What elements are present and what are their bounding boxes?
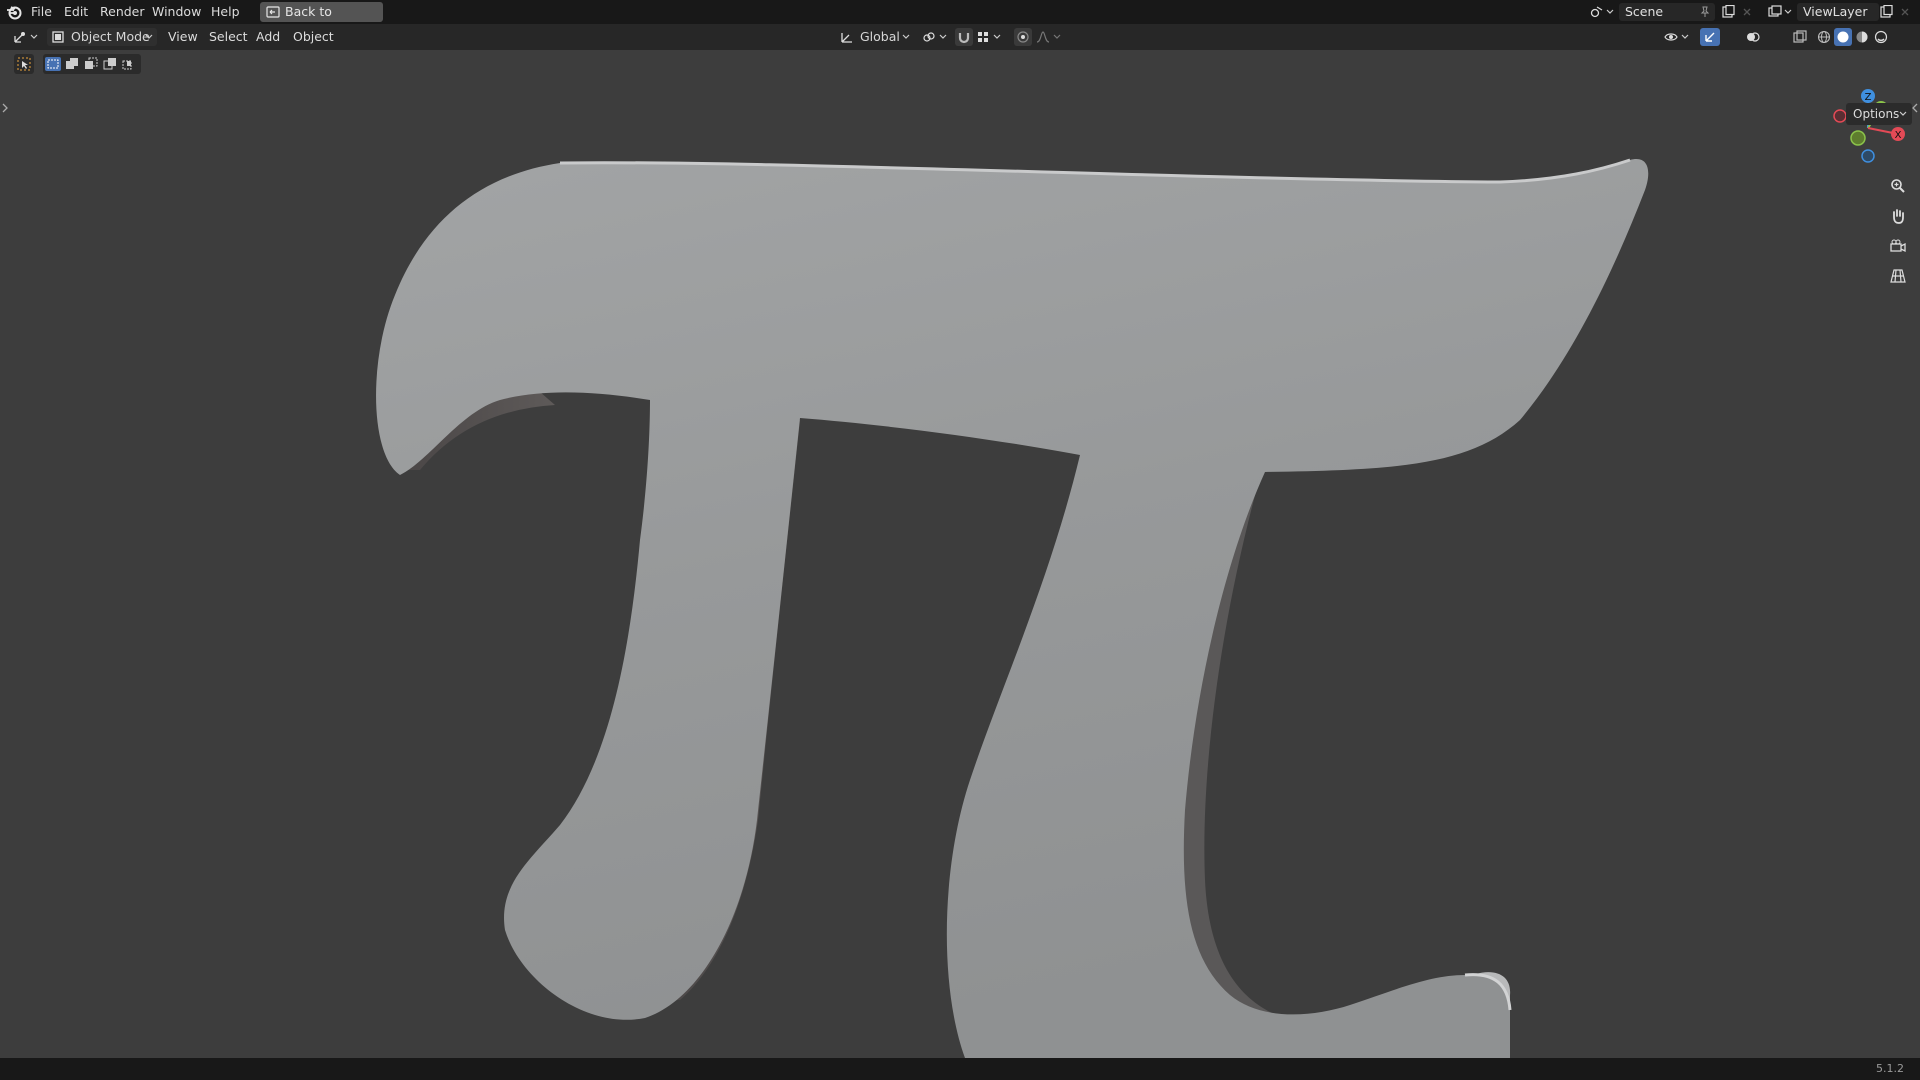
object-mode-icon xyxy=(52,31,64,43)
view-layer-name-field[interactable]: ViewLayer xyxy=(1797,3,1879,21)
scene-type-selector[interactable] xyxy=(1587,3,1617,21)
shading-material-button[interactable] xyxy=(1853,28,1871,46)
pivot-icon xyxy=(923,32,935,42)
selection-mode-group xyxy=(43,54,141,74)
menu-select[interactable]: Select xyxy=(209,24,248,50)
xray-toggle[interactable] xyxy=(1790,28,1810,46)
magnet-icon xyxy=(958,33,970,44)
xray-icon xyxy=(1793,30,1807,43)
menu-view[interactable]: View xyxy=(168,24,198,50)
proportional-falloff-dropdown[interactable] xyxy=(1034,28,1064,46)
solid-sphere-icon xyxy=(1837,31,1849,43)
pi-3d-object[interactable] xyxy=(0,50,1920,1058)
menu-help[interactable]: Help xyxy=(211,0,240,24)
navigation-gizmo[interactable]: Z Y X xyxy=(1826,86,1910,170)
chevron-down-icon xyxy=(939,34,947,39)
chevron-down-icon xyxy=(1681,34,1689,39)
snap-target-dropdown[interactable] xyxy=(975,28,1005,46)
menu-edit[interactable]: Edit xyxy=(64,0,88,24)
hand-icon xyxy=(1893,209,1904,224)
orientation-global-icon xyxy=(841,33,852,43)
zoom-button[interactable] xyxy=(1884,172,1912,200)
select-subtract-icon[interactable] xyxy=(83,57,99,71)
editor-type-selector[interactable] xyxy=(10,28,40,46)
perspective-toggle-button[interactable] xyxy=(1884,262,1912,290)
overlays-toggle[interactable] xyxy=(1743,28,1763,46)
shading-rendered-button[interactable] xyxy=(1872,28,1890,46)
options-dropdown[interactable]: Options xyxy=(1846,103,1912,125)
select-set-icon[interactable] xyxy=(45,57,61,71)
cursor-select-icon xyxy=(17,57,31,71)
falloff-curve-icon xyxy=(1036,31,1050,43)
pin-icon[interactable] xyxy=(1699,6,1711,18)
camera-view-button[interactable] xyxy=(1884,232,1912,260)
close-scene-icon[interactable] xyxy=(1742,7,1752,17)
chevron-down-icon xyxy=(1899,111,1907,116)
visibility-dropdown[interactable] xyxy=(1662,28,1692,46)
menu-object[interactable]: Object xyxy=(293,24,334,50)
transform-orientation-dropdown[interactable]: Global xyxy=(836,28,914,46)
render-layers-icon xyxy=(1768,5,1782,17)
grid-perspective-icon xyxy=(1890,269,1906,283)
chevron-down-icon xyxy=(902,34,910,39)
scene-icon xyxy=(1590,6,1603,18)
select-extend-icon[interactable] xyxy=(64,57,80,71)
blender-logo-icon[interactable] xyxy=(6,4,22,20)
chevron-down-icon xyxy=(1784,9,1792,14)
proportional-editing-toggle[interactable] xyxy=(1014,28,1032,46)
select-difference-icon[interactable] xyxy=(102,57,118,71)
scene-name: Scene xyxy=(1625,4,1664,19)
viewport-header: Object Mode View Select Add Object Globa… xyxy=(0,24,1920,63)
transform-orientation-label: Global xyxy=(860,29,900,44)
snap-increment-icon xyxy=(978,32,988,42)
select-tool-button[interactable] xyxy=(14,54,34,74)
material-sphere-icon xyxy=(1856,31,1868,43)
status-bar: 5.1.2 xyxy=(0,1058,1920,1080)
zoom-icon xyxy=(1891,179,1905,193)
3d-viewport[interactable]: Z Y X Options xyxy=(0,50,1920,1058)
menu-add[interactable]: Add xyxy=(256,24,280,50)
eye-visibility-icon xyxy=(1664,33,1678,41)
rendered-sphere-icon xyxy=(1874,30,1888,44)
toolbar-expand-arrow-icon[interactable] xyxy=(1,102,9,114)
chevron-down-icon xyxy=(30,34,38,39)
screen-back-icon xyxy=(266,6,280,18)
top-bar: File Edit Render Window Help Back to Pre… xyxy=(0,0,1920,39)
back-to-previous-button[interactable]: Back to Previous xyxy=(260,2,383,39)
gizmo-toggle[interactable] xyxy=(1700,28,1720,46)
pivot-point-dropdown[interactable] xyxy=(920,28,950,46)
menu-file[interactable]: File xyxy=(31,0,52,24)
wireframe-sphere-icon xyxy=(1817,30,1831,44)
view-layer-name: ViewLayer xyxy=(1803,4,1868,19)
proportional-editing-icon xyxy=(1017,31,1029,43)
chevron-down-icon xyxy=(1053,34,1061,39)
menu-render[interactable]: Render xyxy=(100,0,145,24)
pan-button[interactable] xyxy=(1884,202,1912,230)
object-mode-dropdown[interactable]: Object Mode xyxy=(47,28,157,46)
gizmo-x-label: X xyxy=(1895,130,1902,141)
close-view-layer-icon[interactable] xyxy=(1900,7,1910,17)
pi-front-face xyxy=(376,159,1649,1058)
gizmo-z-label: Z xyxy=(1865,92,1872,103)
snap-toggle[interactable] xyxy=(955,28,973,46)
chevron-down-icon xyxy=(145,34,153,39)
object-mode-label: Object Mode xyxy=(71,29,150,44)
overlays-icon xyxy=(1747,32,1760,42)
menu-window[interactable]: Window xyxy=(152,0,201,24)
sidebar-expand-arrow-icon[interactable] xyxy=(1911,102,1919,114)
version-label: 5.1.2 xyxy=(1876,1062,1904,1075)
scene-name-field[interactable]: Scene xyxy=(1619,3,1715,21)
new-view-layer-icon[interactable] xyxy=(1879,5,1893,19)
new-scene-icon[interactable] xyxy=(1721,5,1735,19)
shading-solid-button[interactable] xyxy=(1834,28,1852,46)
shading-wireframe-button[interactable] xyxy=(1815,28,1833,46)
options-label: Options xyxy=(1853,107,1900,121)
view-layer-type-selector[interactable] xyxy=(1765,3,1795,21)
camera-icon xyxy=(1890,239,1906,253)
gizmo-icon xyxy=(1705,32,1715,42)
chevron-down-icon xyxy=(993,34,1001,39)
select-intersect-icon[interactable] xyxy=(121,57,137,71)
3d-viewport-icon xyxy=(14,32,25,43)
chevron-down-icon xyxy=(1606,9,1614,14)
